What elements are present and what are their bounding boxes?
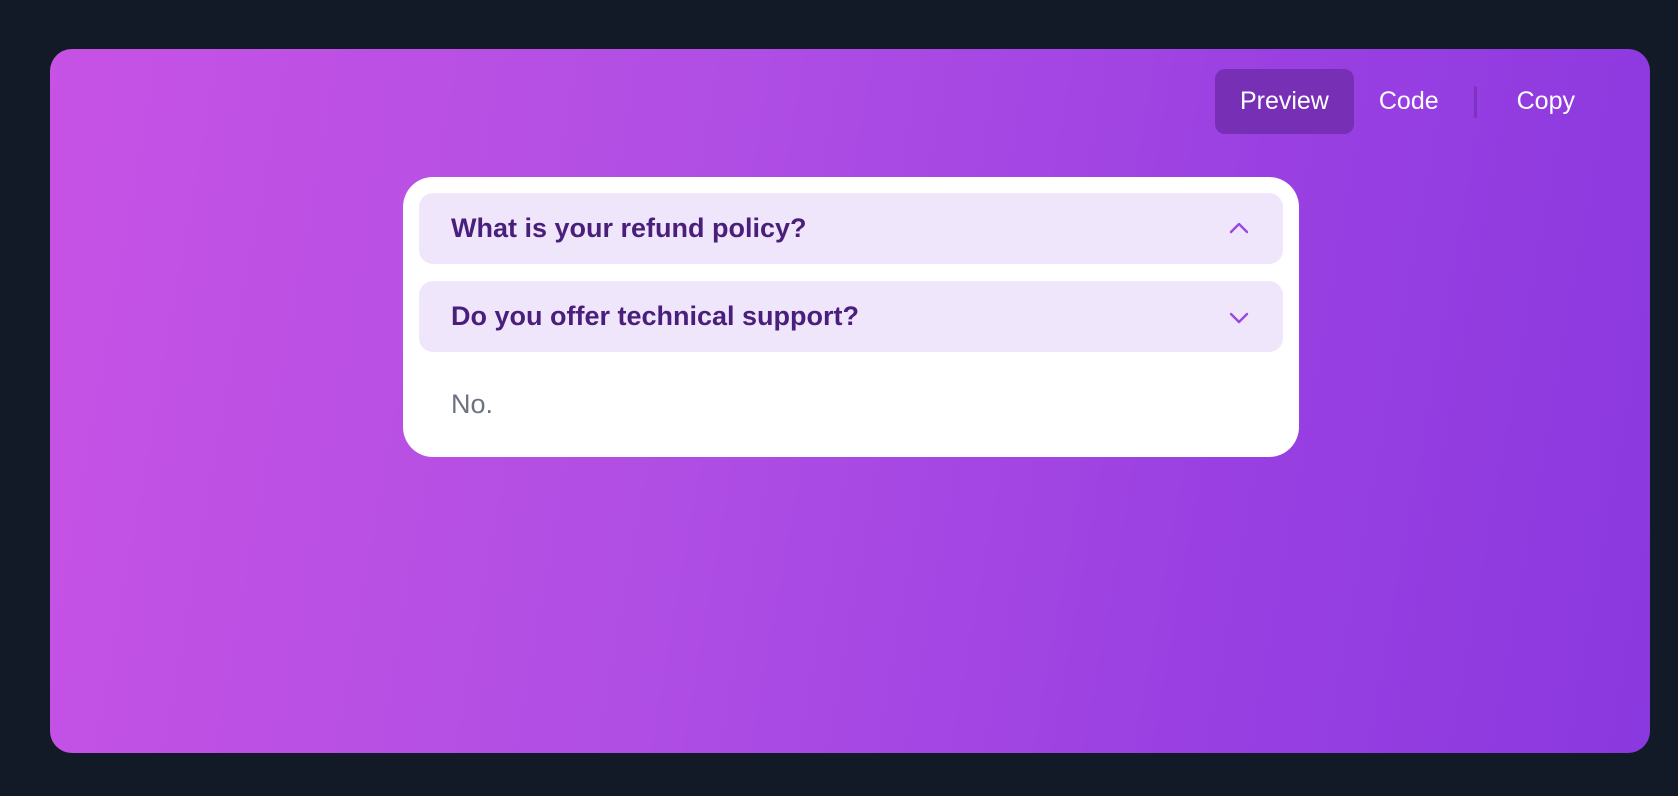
accordion-answer: No. [451,389,494,419]
copy-button[interactable]: Copy [1492,69,1600,134]
chevron-down-icon[interactable] [1227,305,1251,329]
faq-accordion: What is your refund policy? Do you offer… [403,177,1299,457]
accordion-item-support[interactable]: Do you offer technical support? [419,281,1283,352]
accordion-item-refund[interactable]: What is your refund policy? [419,193,1283,264]
preview-button[interactable]: Preview [1214,69,1354,134]
accordion-question: Do you offer technical support? [451,301,860,331]
code-button[interactable]: Code [1354,69,1464,134]
toolbar: Preview Code Copy [1214,69,1600,134]
toolbar-divider [1473,85,1477,118]
accordion-question: What is your refund policy? [451,213,807,243]
preview-stage: Preview Code Copy What is your refund po… [50,49,1650,753]
chevron-up-icon[interactable] [1227,217,1251,241]
